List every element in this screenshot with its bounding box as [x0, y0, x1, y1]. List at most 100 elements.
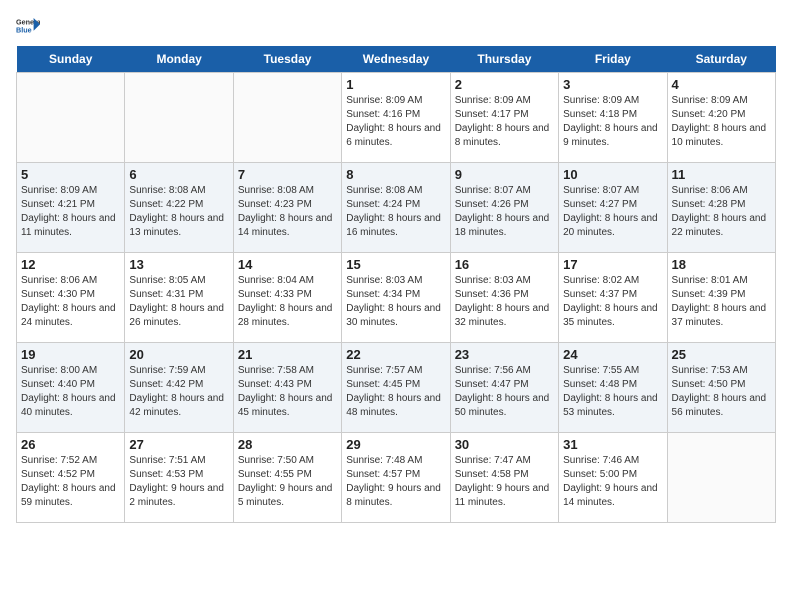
date-number: 19 [21, 347, 120, 362]
day-cell: 19 Sunrise: 8:00 AMSunset: 4:40 PMDayligh… [17, 343, 125, 433]
date-number: 23 [455, 347, 554, 362]
date-number: 14 [238, 257, 337, 272]
day-cell: 23 Sunrise: 7:56 AMSunset: 4:47 PMDayligh… [450, 343, 558, 433]
day-cell: 15 Sunrise: 8:03 AMSunset: 4:34 PMDayligh… [342, 253, 450, 343]
day-cell: 30Sunrise: 7:47 AMSunset: 4:58 PMDayligh… [450, 433, 558, 523]
cell-info: Sunrise: 7:56 AMSunset: 4:47 PMDaylight:… [455, 364, 554, 420]
week-row-1: 1Sunrise: 8:09 AMSunset: 4:16 PMDaylight… [17, 73, 776, 163]
day-cell: 10 Sunrise: 8:07 AMSunset: 4:27 PMDayligh… [559, 163, 667, 253]
day-cell: 20 Sunrise: 7:59 AMSunset: 4:42 PMDayligh… [125, 343, 233, 433]
date-number: 11 [672, 167, 771, 182]
day-cell: 8Sunrise: 8:08 AMSunset: 4:24 PMDaylight… [342, 163, 450, 253]
cell-info: Sunrise: 8:02 AMSunset: 4:37 PMDaylight:… [563, 274, 662, 330]
day-cell: 14 Sunrise: 8:04 AMSunset: 4:33 PMDayligh… [233, 253, 341, 343]
date-number: 24 [563, 347, 662, 362]
day-cell [667, 433, 775, 523]
day-header-saturday: Saturday [667, 46, 775, 73]
day-cell: 2 Sunrise: 8:09 AMSunset: 4:17 PMDaylight… [450, 73, 558, 163]
day-cell: 17Sunrise: 8:02 AMSunset: 4:37 PMDayligh… [559, 253, 667, 343]
cell-info: Sunrise: 8:07 AMSunset: 4:26 PMDaylight:… [455, 184, 554, 240]
day-cell [125, 73, 233, 163]
day-cell: 31 Sunrise: 7:46 AMSunset: 5:00 PMDayligh… [559, 433, 667, 523]
cell-info: Sunrise: 7:50 AMSunset: 4:55 PMDaylight:… [238, 454, 337, 510]
week-row-4: 19 Sunrise: 8:00 AMSunset: 4:40 PMDayligh… [17, 343, 776, 433]
day-cell: 5Sunrise: 8:09 AMSunset: 4:21 PMDaylight… [17, 163, 125, 253]
cell-info: Sunrise: 8:03 AMSunset: 4:34 PMDaylight:… [346, 274, 445, 330]
cell-info: Sunrise: 8:05 AMSunset: 4:31 PMDaylight:… [129, 274, 228, 330]
day-cell [233, 73, 341, 163]
day-cell: 9Sunrise: 8:07 AMSunset: 4:26 PMDaylight… [450, 163, 558, 253]
cell-info: Sunrise: 7:51 AMSunset: 4:53 PMDaylight:… [129, 454, 228, 510]
day-cell: 27 Sunrise: 7:51 AMSunset: 4:53 PMDayligh… [125, 433, 233, 523]
date-number: 16 [455, 257, 554, 272]
cell-info: Sunrise: 8:06 AMSunset: 4:30 PMDaylight:… [21, 274, 120, 330]
page-header: General Blue [16, 16, 776, 36]
cell-info: Sunrise: 8:03 AMSunset: 4:36 PMDaylight:… [455, 274, 554, 330]
cell-info: Sunrise: 8:01 AMSunset: 4:39 PMDaylight:… [672, 274, 771, 330]
day-header-tuesday: Tuesday [233, 46, 341, 73]
day-cell: 7 Sunrise: 8:08 AMSunset: 4:23 PMDaylight… [233, 163, 341, 253]
cell-info: Sunrise: 8:06 AMSunset: 4:28 PMDaylight:… [672, 184, 771, 240]
date-number: 28 [238, 437, 337, 452]
cell-info: Sunrise: 7:53 AMSunset: 4:50 PMDaylight:… [672, 364, 771, 420]
date-number: 22 [346, 347, 445, 362]
cell-info: Sunrise: 8:07 AMSunset: 4:27 PMDaylight:… [563, 184, 662, 240]
day-cell: 13 Sunrise: 8:05 AMSunset: 4:31 PMDayligh… [125, 253, 233, 343]
cell-info: Sunrise: 8:08 AMSunset: 4:23 PMDaylight:… [238, 184, 337, 240]
day-cell: 21Sunrise: 7:58 AMSunset: 4:43 PMDayligh… [233, 343, 341, 433]
date-number: 13 [129, 257, 228, 272]
cell-info: Sunrise: 8:09 AMSunset: 4:17 PMDaylight:… [455, 94, 554, 150]
day-cell: 25 Sunrise: 7:53 AMSunset: 4:50 PMDayligh… [667, 343, 775, 433]
day-cell: 26 Sunrise: 7:52 AMSunset: 4:52 PMDayligh… [17, 433, 125, 523]
date-number: 18 [672, 257, 771, 272]
week-row-3: 12 Sunrise: 8:06 AMSunset: 4:30 PMDayligh… [17, 253, 776, 343]
cell-info: Sunrise: 7:47 AMSunset: 4:58 PMDaylight:… [455, 454, 554, 510]
cell-info: Sunrise: 8:09 AMSunset: 4:21 PMDaylight:… [21, 184, 120, 240]
day-cell: 6Sunrise: 8:08 AMSunset: 4:22 PMDaylight… [125, 163, 233, 253]
date-number: 15 [346, 257, 445, 272]
logo: General Blue [16, 16, 40, 36]
cell-info: Sunrise: 8:09 AMSunset: 4:20 PMDaylight:… [672, 94, 771, 150]
logo-icon: General Blue [16, 16, 40, 36]
day-header-row: SundayMondayTuesdayWednesdayThursdayFrid… [17, 46, 776, 73]
date-number: 2 [455, 77, 554, 92]
cell-info: Sunrise: 8:04 AMSunset: 4:33 PMDaylight:… [238, 274, 337, 330]
cell-info: Sunrise: 7:55 AMSunset: 4:48 PMDaylight:… [563, 364, 662, 420]
cell-info: Sunrise: 7:59 AMSunset: 4:42 PMDaylight:… [129, 364, 228, 420]
day-header-sunday: Sunday [17, 46, 125, 73]
date-number: 26 [21, 437, 120, 452]
cell-info: Sunrise: 7:46 AMSunset: 5:00 PMDaylight:… [563, 454, 662, 510]
day-header-wednesday: Wednesday [342, 46, 450, 73]
date-number: 31 [563, 437, 662, 452]
date-number: 3 [563, 77, 662, 92]
cell-info: Sunrise: 8:08 AMSunset: 4:22 PMDaylight:… [129, 184, 228, 240]
cell-info: Sunrise: 8:09 AMSunset: 4:18 PMDaylight:… [563, 94, 662, 150]
day-header-monday: Monday [125, 46, 233, 73]
day-cell: 24 Sunrise: 7:55 AMSunset: 4:48 PMDayligh… [559, 343, 667, 433]
day-cell: 3 Sunrise: 8:09 AMSunset: 4:18 PMDaylight… [559, 73, 667, 163]
cell-info: Sunrise: 7:57 AMSunset: 4:45 PMDaylight:… [346, 364, 445, 420]
date-number: 25 [672, 347, 771, 362]
svg-text:Blue: Blue [16, 25, 32, 34]
date-number: 27 [129, 437, 228, 452]
day-cell: 28 Sunrise: 7:50 AMSunset: 4:55 PMDayligh… [233, 433, 341, 523]
cell-info: Sunrise: 7:52 AMSunset: 4:52 PMDaylight:… [21, 454, 120, 510]
week-row-2: 5Sunrise: 8:09 AMSunset: 4:21 PMDaylight… [17, 163, 776, 253]
day-cell: 11 Sunrise: 8:06 AMSunset: 4:28 PMDayligh… [667, 163, 775, 253]
week-row-5: 26 Sunrise: 7:52 AMSunset: 4:52 PMDayligh… [17, 433, 776, 523]
date-number: 4 [672, 77, 771, 92]
day-header-friday: Friday [559, 46, 667, 73]
date-number: 7 [238, 167, 337, 182]
date-number: 20 [129, 347, 228, 362]
cell-info: Sunrise: 8:08 AMSunset: 4:24 PMDaylight:… [346, 184, 445, 240]
day-cell: 29Sunrise: 7:48 AMSunset: 4:57 PMDayligh… [342, 433, 450, 523]
date-number: 12 [21, 257, 120, 272]
day-cell: 18 Sunrise: 8:01 AMSunset: 4:39 PMDayligh… [667, 253, 775, 343]
day-cell: 22 Sunrise: 7:57 AMSunset: 4:45 PMDayligh… [342, 343, 450, 433]
date-number: 1 [346, 77, 445, 92]
date-number: 10 [563, 167, 662, 182]
day-header-thursday: Thursday [450, 46, 558, 73]
date-number: 29 [346, 437, 445, 452]
cell-info: Sunrise: 8:00 AMSunset: 4:40 PMDaylight:… [21, 364, 120, 420]
day-cell [17, 73, 125, 163]
